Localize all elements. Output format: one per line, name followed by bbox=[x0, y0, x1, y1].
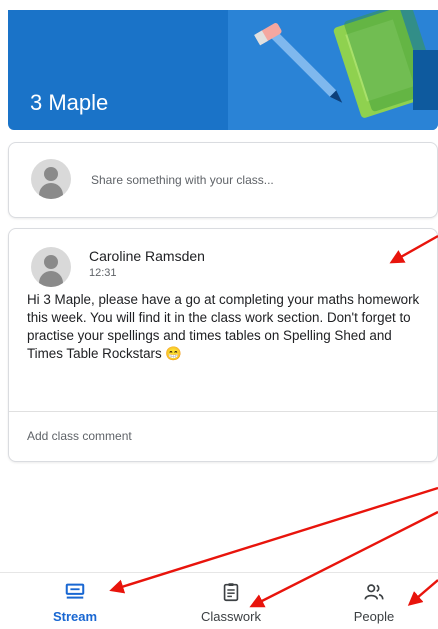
banner-illustration bbox=[228, 10, 438, 130]
share-input[interactable]: Share something with your class... bbox=[91, 173, 274, 187]
stream-icon bbox=[65, 583, 85, 599]
post-author: Caroline Ramsden bbox=[89, 248, 205, 264]
clipboard-icon bbox=[223, 583, 239, 602]
nav-classwork[interactable]: Classwork bbox=[176, 581, 286, 624]
nav-people[interactable]: People bbox=[319, 581, 429, 624]
post-body: Hi 3 Maple, please have a go at completi… bbox=[27, 292, 420, 361]
nav-stream[interactable]: Stream bbox=[20, 581, 130, 624]
nav-label-stream: Stream bbox=[52, 609, 98, 624]
avatar bbox=[31, 159, 71, 199]
people-icon bbox=[364, 584, 384, 600]
post-time: 12:31 bbox=[89, 267, 117, 279]
add-class-comment[interactable]: Add class comment bbox=[27, 429, 132, 443]
announcement-card: Caroline Ramsden 12:31 Hi 3 Maple, pleas… bbox=[8, 228, 438, 462]
bottom-navigation: Stream Classwork People bbox=[0, 572, 438, 629]
class-name: 3 Maple bbox=[30, 90, 109, 115]
divider bbox=[9, 411, 437, 412]
nav-label-people: People bbox=[353, 609, 395, 624]
class-banner: 3 Maple bbox=[8, 10, 438, 130]
share-box[interactable]: Share something with your class... bbox=[8, 142, 438, 218]
author-avatar bbox=[31, 247, 71, 287]
nav-label-classwork: Classwork bbox=[201, 609, 261, 624]
